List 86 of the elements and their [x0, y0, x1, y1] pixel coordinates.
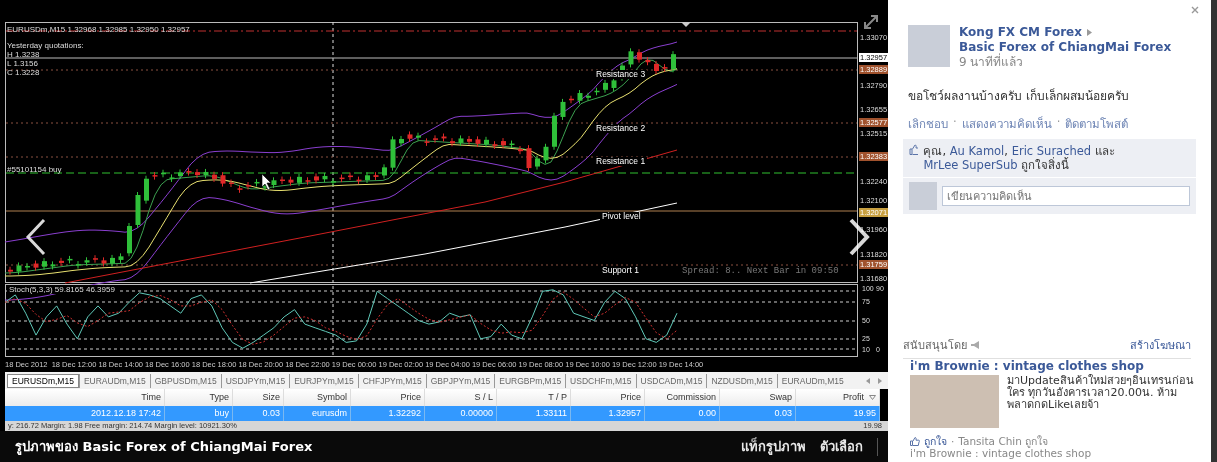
table-cell: 1.33111	[497, 406, 571, 421]
level-label: Support 1	[600, 266, 641, 275]
photo-action-link[interactable]: แท็กรูปภาพ	[741, 436, 806, 457]
ad-like-link[interactable]: ถูกใจ	[924, 436, 947, 447]
post-action-link[interactable]: ติดตามโพสต์	[1065, 115, 1129, 133]
column-header[interactable]: Price	[351, 389, 425, 406]
author-link[interactable]: Kong FX CM Forex	[959, 25, 1082, 39]
table-cell: 19.95	[796, 406, 880, 421]
chart-header: EURUSDm,M15 1.32968 1.32985 1.32950 1.32957	[7, 25, 190, 34]
post-text: ขอโชว์ผลงานบ้างครับ เก็บเล็กผสมน้อยครับ	[908, 87, 1130, 105]
level-label: Pivot level	[600, 212, 643, 221]
symbol-tab[interactable]: EURUSDm,M15	[7, 373, 79, 388]
chevron-left-icon[interactable]	[25, 218, 47, 256]
column-header[interactable]: Symbol	[284, 389, 351, 406]
comment-field[interactable]: เขียนความคิดเห็น	[942, 186, 1190, 206]
photo-caption: รูปภาพของ Basic Forex of ChiangMai Forex	[15, 438, 313, 457]
table-cell: 0.00000	[425, 406, 497, 421]
column-header[interactable]: Type	[165, 389, 233, 406]
create-ad-link[interactable]: สร้างโฆษณา	[1130, 336, 1191, 354]
level-label: Resistance 1	[594, 157, 648, 166]
quotation-value: L 1.3156	[7, 59, 38, 68]
ad-text: มาUpdateสินค้าใหม่สวยๆอินเทรนก่อนใคร ทุกวันอังคารเวลา20.00น. ห้ามพลาดกดLikeเลยจ้า	[1007, 375, 1195, 413]
quotation-value: H 1.3238	[7, 50, 40, 59]
symbol-tab[interactable]: CHFJPYm,M15	[357, 373, 426, 388]
column-header[interactable]: Size	[233, 389, 284, 406]
symbol-tab[interactable]: NZDUSDm,M15	[706, 373, 777, 388]
thumbs-up-icon	[910, 437, 920, 446]
sort-icon	[869, 395, 876, 400]
oscillator-title: Stoch(5,3,3) 59.8165 46.3959	[7, 285, 117, 294]
close-icon[interactable]	[1191, 6, 1199, 14]
table-cell: 2012.12.18 17:42	[5, 406, 165, 421]
separator-dot: ·	[1056, 115, 1061, 131]
column-header[interactable]: T / P	[497, 389, 571, 406]
triangle-right-icon	[1086, 29, 1092, 36]
symbol-tab[interactable]: USDCHFm,M15	[565, 373, 636, 388]
separator-dot: ·	[951, 436, 955, 447]
column-header[interactable]: Commission	[645, 389, 720, 406]
separator-dot: ·	[953, 115, 957, 131]
symbol-tab[interactable]: EURJPYm,M15	[289, 373, 358, 388]
symbol-tab[interactable]: GBPUSDm,M15	[149, 373, 221, 388]
ad-page-name: i'm Brownie : vintage clothes shop	[910, 447, 1093, 459]
scroll-left-icon[interactable]	[866, 377, 870, 384]
cursor-icon	[261, 173, 272, 191]
scroll-right-icon[interactable]	[878, 377, 882, 384]
ad-title-link[interactable]: i'm Brownie : vintage clothes shop	[910, 359, 1196, 373]
ad-social-text: Tansita Chin ถูกใจ	[958, 436, 1049, 447]
likes-text: คุณ, Au Kamol, Eric Surached และ MrLee SuperSub ถูกใจสิ่งนี้	[923, 144, 1116, 172]
column-header[interactable]: Profit	[796, 389, 880, 406]
symbol-tab[interactable]: GBPJPYm,M15	[425, 373, 495, 388]
table-cell: eurusdm	[284, 406, 351, 421]
megaphone-icon	[971, 341, 980, 349]
order-label: #55101154 buy	[7, 165, 62, 174]
table-cell: 0.03	[233, 406, 284, 421]
liker-link[interactable]: Au Kamol	[949, 144, 1005, 158]
quotations-title: Yesterday quotations:	[7, 41, 84, 50]
level-label: Resistance 3	[594, 70, 648, 79]
column-header[interactable]: Time	[5, 389, 165, 406]
column-header[interactable]: S / L	[425, 389, 497, 406]
post-action-link[interactable]: เลิกชอบ	[908, 115, 948, 133]
table-cell: 0.03	[720, 406, 796, 421]
symbol-tab[interactable]: EURAUDm,M15	[78, 373, 150, 388]
liker-link[interactable]: Eric Surached	[1011, 144, 1092, 158]
column-header[interactable]: Price	[571, 389, 645, 406]
page-link[interactable]: Basic Forex of ChiangMai Forex	[959, 40, 1172, 54]
symbol-tab[interactable]: EURAUDm,M15	[776, 373, 848, 388]
level-label: Resistance 2	[594, 124, 648, 133]
column-header[interactable]: Swap	[720, 389, 796, 406]
symbol-tab[interactable]: USDJPYm,M15	[220, 373, 290, 388]
thumbs-up-icon	[909, 144, 919, 155]
post-time: 9 นาทีที่แล้ว	[959, 55, 1025, 70]
table-cell: 1.32957	[571, 406, 645, 421]
quotation-value: C 1.3228	[7, 68, 40, 77]
table-cell: 1.32292	[351, 406, 425, 421]
symbol-tab[interactable]: USDCADm,M15	[635, 373, 707, 388]
sponsored-title: สนับสนุนโดย	[903, 338, 967, 354]
avatar-placeholder	[908, 25, 950, 67]
photo-action-link[interactable]: ตัวเลือก	[820, 436, 863, 457]
triangle-marker-icon	[681, 22, 691, 27]
expand-icon[interactable]	[864, 15, 878, 29]
post-action-link[interactable]: แสดงความคิดเห็น	[961, 115, 1052, 133]
avatar-placeholder	[909, 182, 937, 210]
liker-link[interactable]: MrLee SuperSub	[923, 158, 1018, 172]
spread-text: Spread: 8.. Next Bar in 09:50	[682, 267, 839, 276]
table-cell: buy	[165, 406, 233, 421]
symbol-tab[interactable]: EURGBPm,M15	[494, 373, 566, 388]
table-cell: 0.00	[645, 406, 720, 421]
